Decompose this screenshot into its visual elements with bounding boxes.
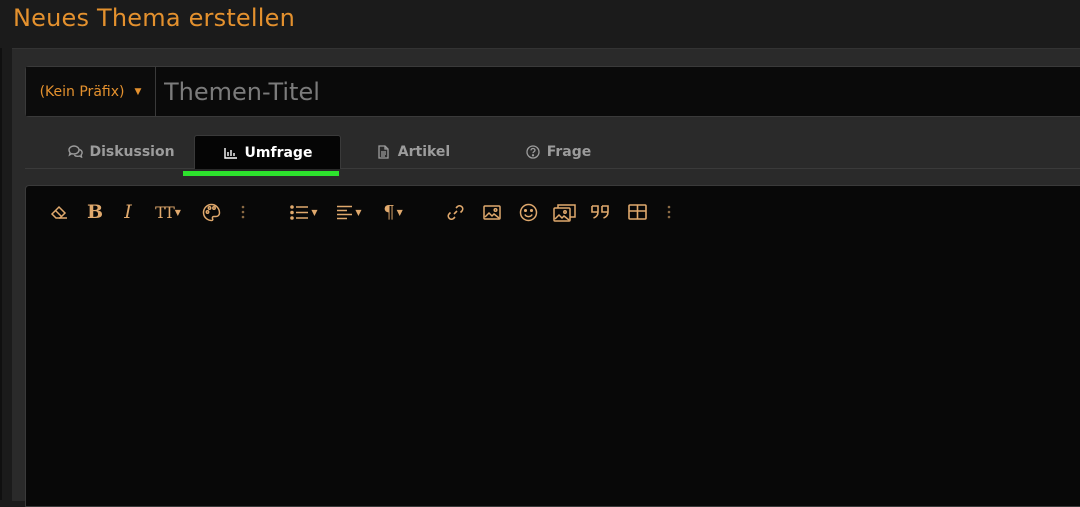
chevron-down-icon: ▼ bbox=[355, 207, 362, 217]
title-row: (Kein Präfix) ▼ bbox=[25, 66, 1080, 117]
text-size-glyph: TT bbox=[155, 202, 175, 222]
tab-frage[interactable]: Frage bbox=[518, 135, 598, 168]
chevron-down-icon: ▼ bbox=[396, 207, 403, 217]
align-left-icon[interactable]: ▼ bbox=[332, 200, 366, 224]
bold-icon[interactable]: B bbox=[86, 200, 104, 224]
chevron-down-icon: ▼ bbox=[311, 207, 318, 217]
italic-icon[interactable]: I bbox=[121, 200, 135, 224]
active-tab-indicator bbox=[183, 171, 339, 176]
tab-frage-label: Frage bbox=[546, 143, 592, 160]
left-divider bbox=[0, 48, 2, 500]
tab-diskussion[interactable]: Diskussion bbox=[65, 135, 177, 168]
tab-artikel-label: Artikel bbox=[397, 143, 451, 160]
editor-toolbar: B I TT ▼ ▼ ▼ ¶ ▼ bbox=[26, 186, 1080, 238]
image-icon[interactable] bbox=[481, 200, 503, 224]
link-icon[interactable] bbox=[444, 200, 466, 224]
tab-umfrage[interactable]: Umfrage bbox=[194, 135, 341, 169]
tab-artikel[interactable]: Artikel bbox=[370, 135, 456, 168]
thread-type-tabs: Diskussion Umfrage Artikel Frage bbox=[25, 132, 1080, 169]
text-size-icon[interactable]: TT ▼ bbox=[150, 200, 186, 224]
tab-umfrage-label: Umfrage bbox=[244, 144, 313, 161]
question-circle-icon bbox=[525, 144, 541, 160]
editor-content-area[interactable] bbox=[26, 238, 1080, 506]
quote-icon[interactable] bbox=[589, 200, 613, 224]
list-icon[interactable]: ▼ bbox=[287, 200, 321, 224]
emoji-icon[interactable] bbox=[517, 200, 539, 224]
prefix-dropdown[interactable]: (Kein Präfix) ▼ bbox=[26, 67, 156, 116]
more-vertical-icon[interactable] bbox=[664, 200, 674, 224]
more-vertical-icon[interactable] bbox=[238, 200, 248, 224]
document-icon bbox=[376, 144, 392, 160]
media-gallery-icon[interactable] bbox=[552, 200, 578, 224]
thread-title-input[interactable] bbox=[156, 67, 1080, 116]
palette-icon[interactable] bbox=[200, 200, 222, 224]
table-icon[interactable] bbox=[626, 200, 648, 224]
prefix-label: (Kein Präfix) bbox=[39, 83, 125, 100]
chevron-down-icon: ▼ bbox=[134, 86, 142, 97]
message-editor: B I TT ▼ ▼ ▼ ¶ ▼ bbox=[25, 185, 1080, 507]
eraser-icon[interactable] bbox=[48, 200, 70, 224]
paragraph-glyph: ¶ bbox=[383, 201, 395, 223]
comments-icon bbox=[67, 144, 83, 160]
bar-chart-icon bbox=[223, 145, 239, 161]
paragraph-icon[interactable]: ¶ ▼ bbox=[377, 200, 409, 224]
chevron-down-icon: ▼ bbox=[174, 207, 181, 217]
page-title: Neues Thema erstellen bbox=[13, 4, 296, 32]
tab-diskussion-label: Diskussion bbox=[89, 143, 175, 160]
